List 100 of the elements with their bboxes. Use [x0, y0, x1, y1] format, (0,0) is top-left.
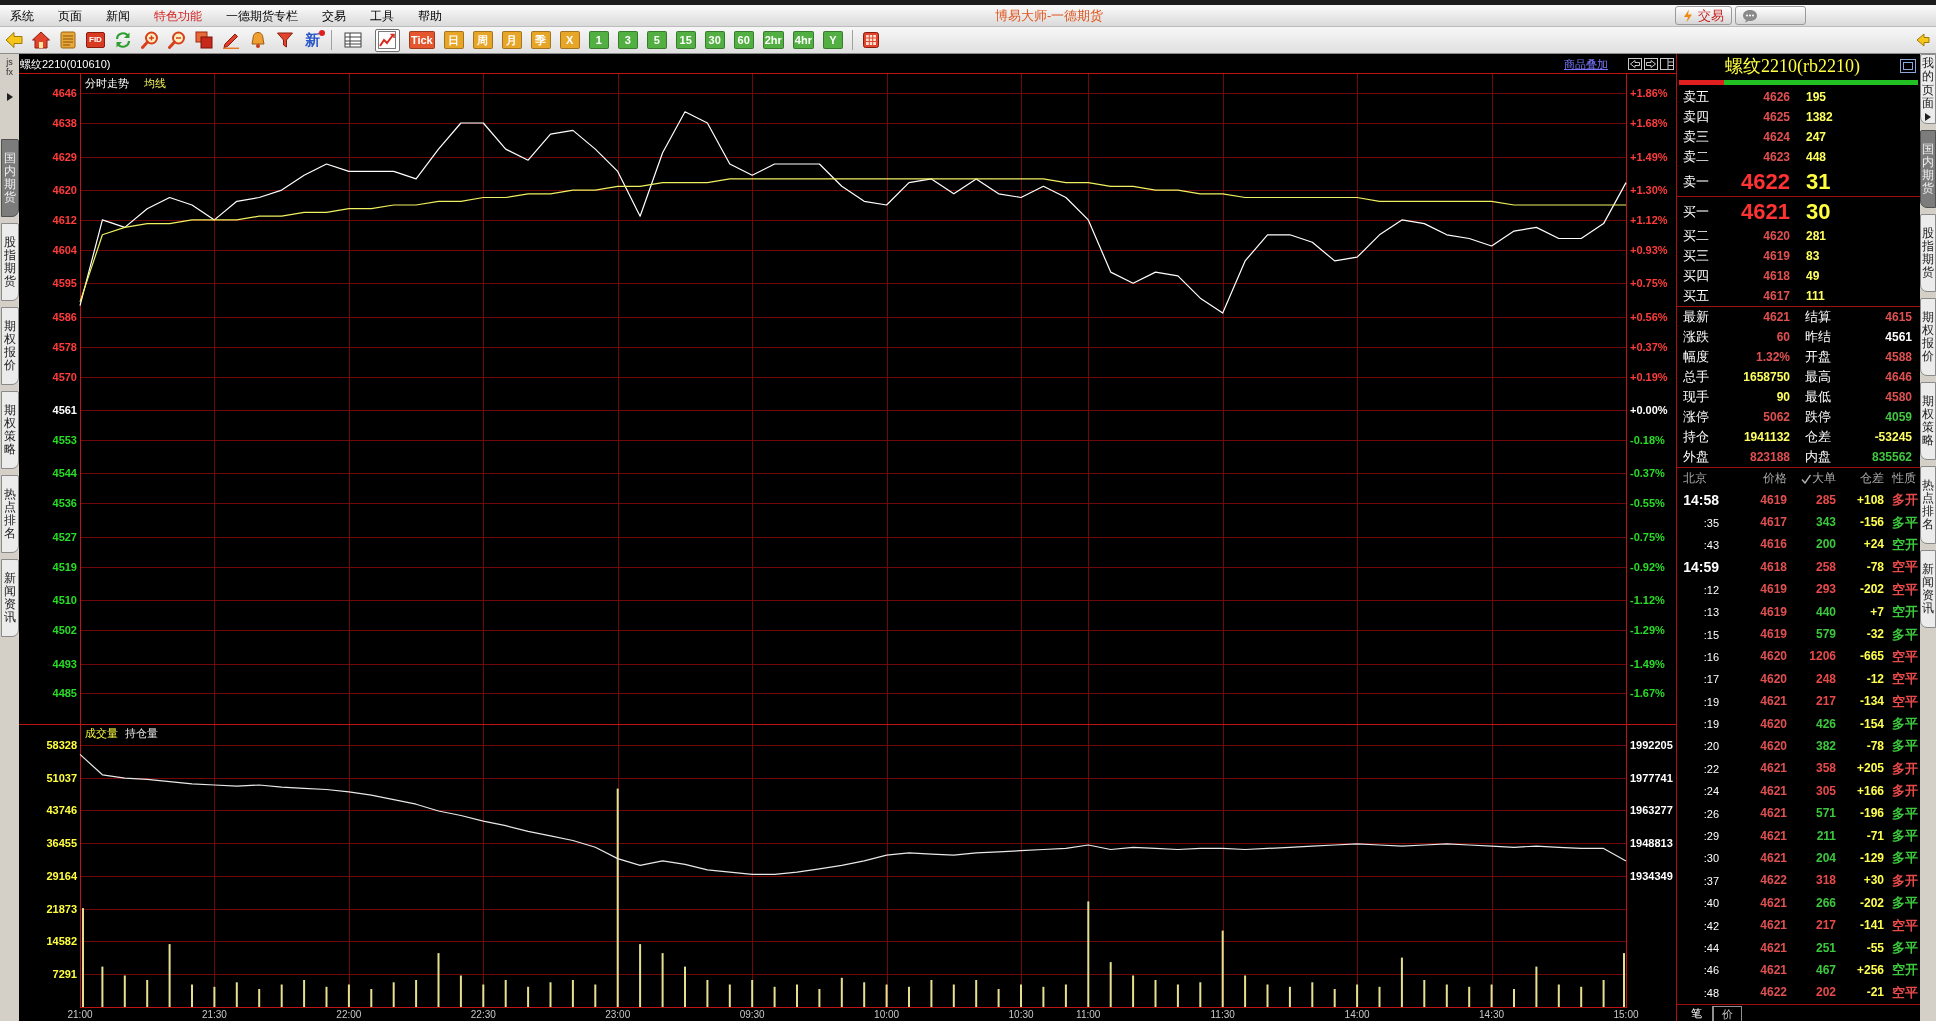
layout-icon[interactable]	[1660, 57, 1674, 70]
bottom-tab[interactable]: 价	[1713, 1006, 1742, 1021]
trade-button[interactable]: 交易	[1675, 6, 1732, 25]
trade-time: :44	[1702, 941, 1719, 955]
order-volume: 83	[1806, 248, 1820, 264]
trade-time: :35	[1702, 515, 1719, 530]
side-tab[interactable]: 国内期货	[1920, 130, 1936, 208]
caret-right-icon[interactable]	[6, 93, 13, 101]
trade-position-change: +24	[1862, 537, 1884, 553]
overlay-link[interactable]: 商品叠加	[1564, 56, 1608, 71]
menu-item[interactable]: 系统	[4, 7, 40, 24]
trade-price: 4621	[1759, 806, 1787, 822]
restore-window-icon[interactable]	[1900, 59, 1916, 73]
bottom-tab[interactable]: 笔	[1681, 1006, 1713, 1021]
view-button[interactable]	[374, 28, 400, 52]
refresh-icon[interactable]	[113, 31, 132, 49]
axis-label: +0.00%	[1630, 404, 1668, 417]
stat-value: 4059	[1884, 409, 1912, 425]
axis-label: 4519	[52, 560, 77, 573]
period-button[interactable]: Tick	[408, 31, 435, 49]
side-tab[interactable]: 期权策略	[0, 391, 19, 469]
order-level-label: 卖一	[1683, 173, 1710, 190]
right-arrow-icon[interactable]	[1644, 57, 1658, 70]
trade-time: :48	[1702, 985, 1719, 1000]
axis-label: -1.67%	[1630, 687, 1665, 700]
side-tab[interactable]: 期权报价	[1920, 298, 1936, 376]
axis-label: 4553	[52, 433, 77, 446]
axis-label: 4502	[52, 624, 77, 637]
menu-item[interactable]: 一德期货专栏	[220, 7, 304, 24]
stat-label: 涨停	[1683, 409, 1710, 425]
notepad-icon[interactable]	[59, 31, 77, 49]
windows-icon[interactable]	[194, 31, 213, 49]
trade-type: 空开	[1892, 604, 1918, 621]
side-tab[interactable]: 期权报价	[0, 307, 19, 385]
trade-volume: 251	[1814, 940, 1836, 956]
axis-label: 4629	[52, 150, 77, 163]
menu-item[interactable]: 页面	[52, 7, 88, 24]
side-tab[interactable]: 热点排名	[1920, 466, 1936, 544]
trade-position-change: -202	[1858, 582, 1884, 598]
trade-position-change: +166	[1855, 783, 1884, 799]
side-tab[interactable]: 我的页面	[1920, 54, 1936, 124]
left-arrow-icon[interactable]	[1628, 57, 1642, 70]
zoom-out-icon[interactable]	[167, 31, 186, 49]
side-tab[interactable]: 股指期货	[0, 223, 19, 301]
back-arrow-icon[interactable]	[5, 31, 23, 49]
order-level-label: 买二	[1683, 228, 1710, 244]
axis-label: +0.75%	[1630, 277, 1668, 290]
side-tab[interactable]: 热点排名	[0, 475, 19, 553]
filter-icon[interactable]	[275, 31, 294, 49]
menu-item[interactable]: 特色功能	[148, 7, 208, 24]
axis-label: 4544	[52, 467, 77, 480]
checkmark-icon[interactable]	[1801, 473, 1811, 484]
back-arrow-icon[interactable]	[1916, 33, 1930, 47]
menu-item[interactable]: 交易	[316, 7, 352, 24]
stat-label: 现手	[1683, 389, 1710, 405]
side-tab[interactable]: 股指期货	[1920, 214, 1936, 292]
chat-button[interactable]	[1735, 6, 1806, 25]
axis-label: 4570	[52, 370, 77, 383]
home-icon[interactable]	[32, 31, 50, 49]
side-tab[interactable]: 新闻资讯	[0, 559, 19, 637]
calendar-icon[interactable]	[861, 31, 880, 49]
axis-label: +1.86%	[1630, 87, 1668, 100]
order-price: 4619	[1762, 248, 1790, 264]
trade-position-change: -78	[1865, 739, 1884, 754]
trade-position-change: +30	[1862, 873, 1884, 889]
side-tab[interactable]: 国内期货	[0, 139, 19, 217]
trade-type: 多平	[1892, 828, 1918, 845]
axis-label: +0.19%	[1630, 370, 1668, 383]
trade-type: 空开	[1892, 536, 1918, 553]
trade-position-change: -196	[1858, 806, 1884, 822]
trade-position-change: -32	[1865, 627, 1884, 643]
trade-position-change: -134	[1858, 694, 1884, 710]
trade-time: :19	[1702, 717, 1719, 732]
time-label: 22:30	[470, 1009, 496, 1020]
axis-label: 21873	[46, 902, 77, 915]
pencil-icon[interactable]	[221, 31, 240, 49]
script-label[interactable]: js fx	[3, 57, 16, 82]
side-tab[interactable]: 新闻资讯	[1920, 550, 1936, 628]
trade-volume: 248	[1814, 671, 1836, 687]
trade-volume: 343	[1814, 515, 1836, 531]
order-volume: 49	[1806, 268, 1820, 284]
trade-time: :22	[1702, 761, 1719, 776]
order-price: 4618	[1762, 268, 1790, 284]
trade-volume: 200	[1814, 537, 1836, 553]
trade-volume: 579	[1814, 627, 1836, 643]
stat-value: 823188	[1748, 449, 1790, 465]
menu-item[interactable]: 新闻	[100, 7, 136, 24]
trade-type: 多平	[1892, 514, 1918, 531]
zoom-in-icon[interactable]	[140, 31, 159, 49]
news-button[interactable]: 新	[302, 30, 322, 50]
bell-icon[interactable]	[248, 31, 267, 49]
menu-item[interactable]: 工具	[364, 7, 400, 24]
column-header: 价格	[1762, 471, 1787, 486]
trade-position-change: +108	[1855, 492, 1884, 508]
menu-item[interactable]: 帮助	[412, 7, 448, 24]
side-tab[interactable]: 期权策略	[1920, 382, 1936, 460]
fid-button[interactable]: FID	[86, 32, 105, 48]
axis-label: 4595	[52, 277, 77, 290]
axis-label: 29164	[46, 869, 77, 882]
trade-type: 多平	[1892, 716, 1918, 733]
